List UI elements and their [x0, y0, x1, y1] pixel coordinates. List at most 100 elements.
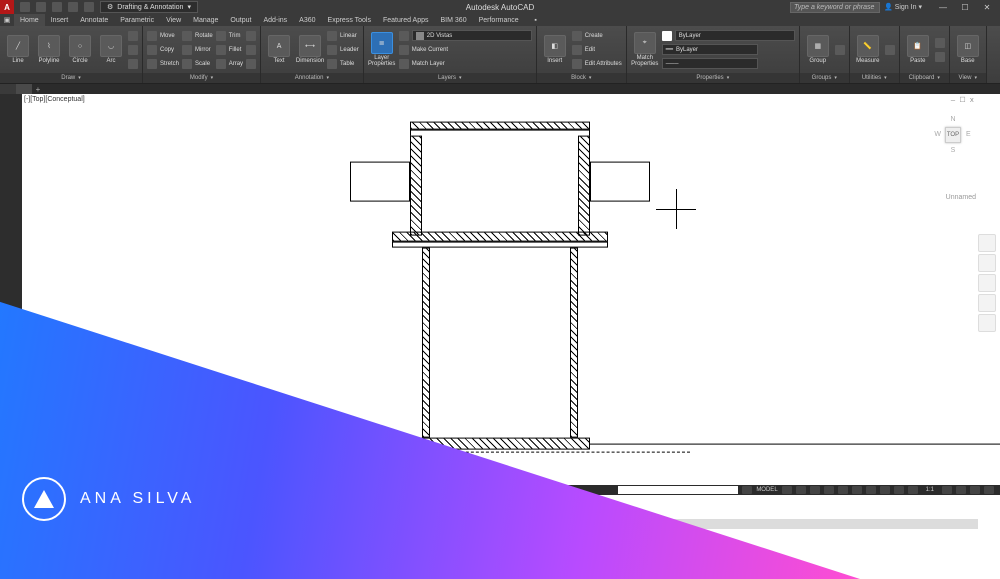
- clean-screen-button[interactable]: [984, 486, 994, 494]
- edit-attributes-button[interactable]: Edit Attributes: [572, 58, 622, 70]
- table-button[interactable]: Table: [327, 58, 359, 70]
- lwt-toggle[interactable]: [866, 486, 876, 494]
- drawing-area[interactable]: [-][Top][Conceptual] — ☐ x N W TOP E S U…: [0, 94, 1000, 529]
- modify-flyout-1[interactable]: [246, 30, 256, 42]
- group-button[interactable]: ▦Group: [804, 35, 832, 64]
- tab-insert[interactable]: Insert: [45, 14, 75, 26]
- viewport-controls[interactable]: — ☐ x: [951, 96, 974, 105]
- model-button[interactable]: [742, 486, 752, 494]
- tab-output[interactable]: Output: [224, 14, 257, 26]
- modify-flyout-3[interactable]: [246, 58, 256, 70]
- snap-toggle[interactable]: [796, 486, 806, 494]
- window-maximize-button[interactable]: ☐: [956, 1, 974, 13]
- hardware-accel-button[interactable]: [970, 486, 980, 494]
- draw-flyout-1[interactable]: [128, 30, 138, 42]
- fillet-button[interactable]: Fillet: [216, 44, 243, 56]
- arc-button[interactable]: ◡Arc: [97, 35, 125, 64]
- ortho-toggle[interactable]: [810, 486, 820, 494]
- qp-toggle[interactable]: [894, 486, 904, 494]
- steering-wheel-icon[interactable]: [978, 234, 996, 252]
- viewcube-e[interactable]: E: [961, 127, 976, 142]
- viewcube[interactable]: N W TOP E S: [930, 112, 976, 158]
- tab-home[interactable]: Home: [14, 14, 45, 26]
- paste-button[interactable]: 📋Paste: [904, 35, 932, 64]
- tab-manage[interactable]: Manage: [187, 14, 224, 26]
- draw-flyout-3[interactable]: [128, 58, 138, 70]
- osnap-toggle[interactable]: [838, 486, 848, 494]
- grid-toggle[interactable]: [782, 486, 792, 494]
- dimension-button[interactable]: ⟷Dimension: [296, 35, 324, 64]
- group-flyout[interactable]: [835, 44, 845, 56]
- tab-bim360[interactable]: BIM 360: [435, 14, 473, 26]
- trim-button[interactable]: Trim: [216, 30, 243, 42]
- base-view-button[interactable]: ◫Base: [954, 35, 982, 64]
- command-line-input[interactable]: [618, 486, 738, 494]
- mirror-button[interactable]: Mirror: [182, 44, 213, 56]
- text-button[interactable]: AText: [265, 35, 293, 64]
- match-properties-button[interactable]: ⌖Match Properties: [631, 32, 659, 67]
- viewcube-w[interactable]: W: [930, 127, 945, 142]
- scale-button[interactable]: Scale: [182, 58, 213, 70]
- tab-performance[interactable]: Performance: [473, 14, 525, 26]
- otrack-toggle[interactable]: [852, 486, 862, 494]
- linear-button[interactable]: Linear: [327, 30, 359, 42]
- showmotion-icon[interactable]: [978, 314, 996, 332]
- tab-addins[interactable]: Add-ins: [257, 14, 293, 26]
- edit-block-button[interactable]: Edit: [572, 44, 622, 56]
- orbit-icon[interactable]: [978, 294, 996, 312]
- copy-button[interactable]: Copy: [147, 44, 179, 56]
- qat-save-icon[interactable]: [52, 2, 62, 12]
- tab-view[interactable]: View: [160, 14, 187, 26]
- model-label[interactable]: MODEL: [756, 487, 777, 493]
- qat-open-icon[interactable]: [36, 2, 46, 12]
- viewcube-n[interactable]: N: [945, 112, 960, 127]
- modify-flyout-2[interactable]: [246, 44, 256, 56]
- annotation-scale[interactable]: 1:1: [922, 487, 938, 493]
- file-tab-start[interactable]: [0, 84, 16, 94]
- viewcube-s[interactable]: S: [945, 143, 960, 158]
- sc-toggle[interactable]: [908, 486, 918, 494]
- circle-button[interactable]: ○Circle: [66, 35, 94, 64]
- polar-toggle[interactable]: [824, 486, 834, 494]
- window-close-button[interactable]: ✕: [978, 1, 996, 13]
- tab-parametric[interactable]: Parametric: [114, 14, 160, 26]
- stretch-button[interactable]: Stretch: [147, 58, 179, 70]
- utilities-flyout[interactable]: [885, 44, 895, 56]
- color-dropdown[interactable]: ByLayer: [675, 30, 795, 41]
- qat-undo-icon[interactable]: [68, 2, 78, 12]
- ribbon-minimize-button[interactable]: ▣: [0, 14, 14, 26]
- polyline-button[interactable]: ⌇Polyline: [35, 35, 63, 64]
- isolate-objects-button[interactable]: [956, 486, 966, 494]
- copy-clip-button[interactable]: [935, 51, 945, 63]
- cut-button[interactable]: [935, 37, 945, 49]
- insert-block-button[interactable]: ◧Insert: [541, 35, 569, 64]
- line-button[interactable]: ╱Line: [4, 35, 32, 64]
- customization-button[interactable]: [942, 486, 952, 494]
- create-block-button[interactable]: Create: [572, 30, 622, 42]
- file-tab-current[interactable]: [16, 84, 32, 94]
- make-current-button[interactable]: Make Current: [399, 44, 532, 56]
- tab-featured-apps[interactable]: Featured Apps: [377, 14, 435, 26]
- leader-button[interactable]: Leader: [327, 44, 359, 56]
- workspace-switcher[interactable]: ⚙ Drafting & Annotation ▾: [100, 1, 198, 13]
- new-drawing-tab-button[interactable]: +: [32, 84, 44, 94]
- qat-new-icon[interactable]: [20, 2, 30, 12]
- move-button[interactable]: Move: [147, 30, 179, 42]
- layer-properties-button[interactable]: ≣Layer Properties: [368, 32, 396, 67]
- horizontal-scrollbar[interactable]: [22, 519, 978, 529]
- match-layer-button[interactable]: Match Layer: [399, 58, 532, 70]
- transparency-toggle[interactable]: [880, 486, 890, 494]
- panel-expand-icon[interactable]: ▪: [529, 14, 543, 26]
- array-button[interactable]: Array: [216, 58, 243, 70]
- zoom-extents-icon[interactable]: [978, 274, 996, 292]
- infocenter-search-input[interactable]: Type a keyword or phrase: [790, 2, 880, 13]
- lineweight-dropdown[interactable]: ━━ByLayer: [662, 44, 758, 55]
- linetype-dropdown[interactable]: ───: [662, 58, 758, 69]
- pan-icon[interactable]: [978, 254, 996, 272]
- rotate-button[interactable]: Rotate: [182, 30, 213, 42]
- tab-a360[interactable]: A360: [293, 14, 321, 26]
- tab-annotate[interactable]: Annotate: [74, 14, 114, 26]
- signin-button[interactable]: 👤 Sign In ▾: [884, 3, 922, 11]
- view-state-label[interactable]: Unnamed: [946, 194, 976, 201]
- measure-button[interactable]: 📏Measure: [854, 35, 882, 64]
